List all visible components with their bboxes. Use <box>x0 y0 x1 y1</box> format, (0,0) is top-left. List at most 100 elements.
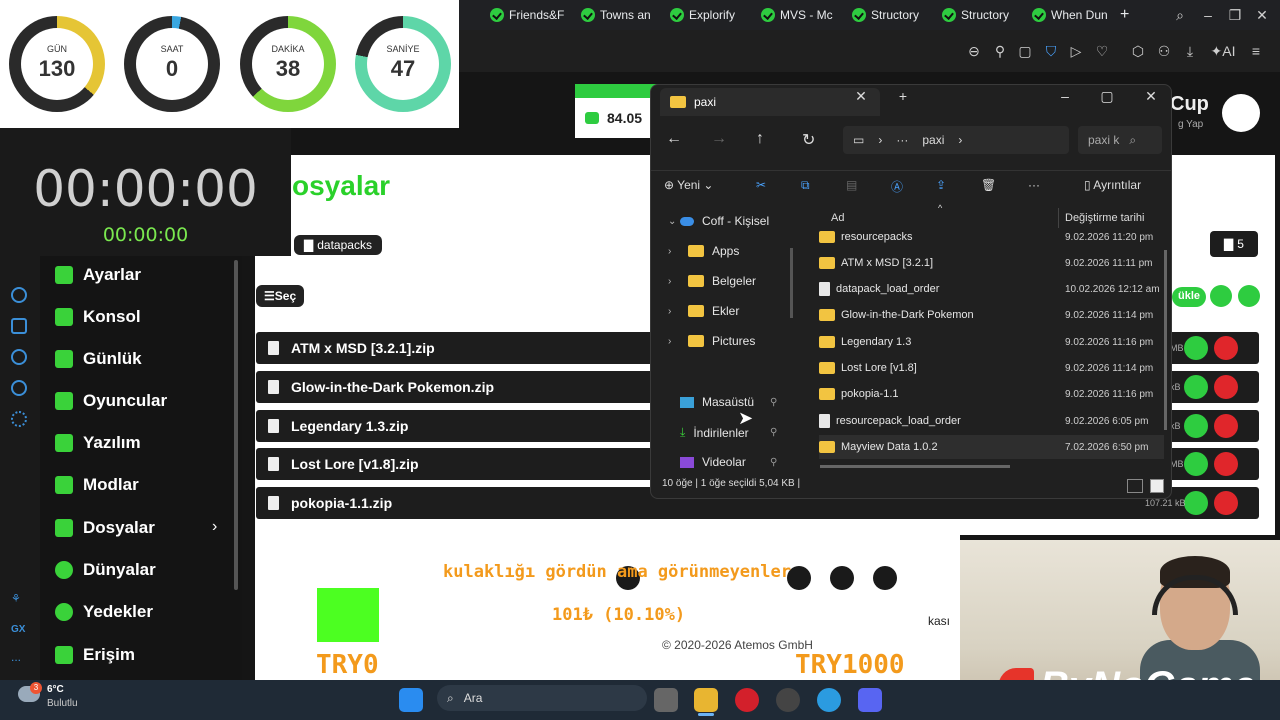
clock-icon[interactable] <box>11 349 27 365</box>
delete-button[interactable] <box>1214 336 1238 360</box>
screenshot-icon[interactable]: ▢ <box>1017 43 1033 59</box>
column-header-name[interactable]: Ad <box>831 212 844 224</box>
ai-icon[interactable]: ✦AI <box>1210 43 1236 59</box>
pin-icon[interactable]: ⚲ <box>770 397 777 408</box>
chevron-right-icon[interactable]: › <box>668 276 671 287</box>
delete-button[interactable] <box>1214 452 1238 476</box>
file-explorer-icon[interactable] <box>694 688 718 712</box>
new-button[interactable]: ⊕ Yeni ⌄ <box>664 178 713 192</box>
tree-item-onedrive[interactable]: Coff - Kişisel <box>680 214 769 228</box>
chevron-down-icon[interactable]: ⌄ <box>668 216 676 227</box>
zoom-icon[interactable]: ⊖ <box>966 43 982 59</box>
aria-icon[interactable]: ⚘ <box>11 592 21 605</box>
taskbar-search[interactable]: ⌕ Ara <box>437 685 647 711</box>
explorer-list-row[interactable]: resourcepack_load_order 9.02.2026 6:05 pm <box>819 409 1164 433</box>
new-tab-icon[interactable]: + <box>893 88 913 104</box>
delete-button[interactable] <box>1214 375 1238 399</box>
close-icon[interactable]: ✕ <box>1141 88 1161 105</box>
tree-item-ekler[interactable]: Ekler <box>688 304 739 318</box>
sidebar-item-ayarlar[interactable]: Ayarlar <box>55 262 141 288</box>
explorer-list-row[interactable]: datapack_load_order 10.02.2026 12:12 am <box>819 277 1164 301</box>
cut-icon[interactable]: ✂ <box>756 178 766 192</box>
copy-icon[interactable]: ⧉ <box>801 178 810 193</box>
github-icon[interactable] <box>873 566 897 590</box>
create-folder-button[interactable] <box>1210 285 1232 307</box>
tree-item-pictures[interactable]: Pictures <box>688 334 755 348</box>
sidebar-item-konsol[interactable]: Konsol <box>55 304 141 330</box>
browser-tab[interactable]: Structory <box>852 6 927 24</box>
explorer-list-row[interactable]: resourcepacks 9.02.2026 11:20 pm <box>819 225 1164 249</box>
sidebar-item-yedekler[interactable]: Yedekler <box>55 599 153 625</box>
sidebar-item-yazilim[interactable]: Yazılım <box>55 430 141 456</box>
task-view-icon[interactable] <box>654 688 678 712</box>
browser-tab[interactable]: Towns an <box>581 6 656 24</box>
list-hscrollbar[interactable] <box>820 465 1010 468</box>
play-icon[interactable] <box>11 287 27 303</box>
shield-icon[interactable]: ⛉ <box>1043 43 1059 59</box>
search-icon[interactable]: ⌕ <box>1172 7 1188 23</box>
minimize-icon[interactable]: – <box>1055 88 1075 104</box>
delete-button[interactable] <box>1214 414 1238 438</box>
close-icon[interactable]: ✕ <box>1254 7 1270 23</box>
back-icon[interactable]: ← <box>666 130 682 148</box>
sidebar-item-erisim[interactable]: Erişim <box>55 642 135 668</box>
details-button[interactable]: ▯ Ayrıntılar <box>1084 178 1141 192</box>
upload-button[interactable]: ükle <box>1172 287 1207 307</box>
browser-tab[interactable]: MVS - Mc <box>761 6 833 24</box>
download-icon[interactable]: ⤓ <box>1182 43 1198 59</box>
minimize-icon[interactable]: – <box>1200 7 1216 23</box>
browser-tab[interactable]: Friends&F <box>490 6 565 24</box>
menu-icon[interactable]: ≡ <box>1248 43 1264 59</box>
extensions-icon[interactable]: ⬡ <box>1130 43 1146 59</box>
heart-icon[interactable]: ♡ <box>1094 43 1110 59</box>
explorer-list-row[interactable]: pokopia-1.1 9.02.2026 11:16 pm <box>819 382 1164 406</box>
chevron-right-icon[interactable]: › <box>668 246 671 257</box>
gear-icon[interactable] <box>11 411 27 427</box>
download-button[interactable] <box>1184 375 1208 399</box>
explorer-list-row[interactable]: Glow-in-the-Dark Pokemon 9.02.2026 11:14 … <box>819 303 1164 327</box>
sidebar-item-dunyalar[interactable]: Dünyalar <box>55 557 156 583</box>
footer-link[interactable]: kası <box>928 614 950 628</box>
sidebar-item-oyuncular[interactable]: Oyuncular <box>55 388 167 414</box>
paste-icon[interactable]: ▤ <box>846 178 857 192</box>
browser-tab[interactable]: Explorify <box>670 6 745 24</box>
tree-scrollbar[interactable] <box>790 248 793 318</box>
opera-icon[interactable] <box>735 688 759 712</box>
chevron-right-icon[interactable]: › <box>668 336 671 347</box>
edge-icon[interactable] <box>817 688 841 712</box>
select-button[interactable]: ☰ Seç <box>256 285 305 307</box>
breadcrumb[interactable]: ▇ datapacks <box>294 235 382 255</box>
pin-icon[interactable]: ⚲ <box>992 43 1008 59</box>
pin-icon[interactable] <box>11 318 27 334</box>
explorer-tab[interactable]: paxi <box>660 88 880 116</box>
extension-icon[interactable] <box>11 380 27 396</box>
list-scrollbar[interactable] <box>1164 250 1167 430</box>
up-icon[interactable]: ↑ <box>756 130 764 148</box>
opera-gx-icon[interactable] <box>776 688 800 712</box>
sidebar-item-dosyalar[interactable]: Dosyalar <box>55 515 155 541</box>
sidebar-item-modlar[interactable]: Modlar <box>55 472 139 498</box>
sidebar-item-gunluk[interactable]: Günlük <box>55 346 142 372</box>
user-avatar-icon[interactable] <box>1222 94 1260 132</box>
maximize-icon[interactable]: ▢ <box>1097 88 1117 105</box>
discord-icon[interactable] <box>858 688 882 712</box>
chevron-right-icon[interactable]: › <box>668 306 671 317</box>
download-button[interactable] <box>1184 452 1208 476</box>
more-icon[interactable]: ··· <box>1028 178 1040 192</box>
sidebar-scrollbar[interactable] <box>234 260 238 590</box>
new-tab-button[interactable]: + <box>1120 6 1134 24</box>
details-view-icon[interactable] <box>1127 479 1143 493</box>
download-button[interactable] <box>1184 414 1208 438</box>
refresh-icon[interactable]: ↻ <box>802 130 815 150</box>
tree-item-videolar[interactable]: Videolar <box>680 455 746 469</box>
browser-tab[interactable]: Structory <box>942 6 1017 24</box>
explorer-list-row[interactable]: ATM x MSD [3.2.1] 9.02.2026 11:11 pm <box>819 251 1164 275</box>
create-file-button[interactable] <box>1238 285 1260 307</box>
account-icon[interactable]: ⚇ <box>1156 43 1172 59</box>
browser-tab[interactable]: When Dun <box>1032 6 1112 24</box>
search-input[interactable]: paxi k ⌕ <box>1078 126 1162 154</box>
explorer-list-row[interactable]: Lost Lore [v1.8] 9.02.2026 11:14 pm <box>819 356 1164 380</box>
download-button[interactable] <box>1184 336 1208 360</box>
close-tab-icon[interactable]: ✕ <box>851 88 871 105</box>
tree-item-apps[interactable]: Apps <box>688 244 739 258</box>
